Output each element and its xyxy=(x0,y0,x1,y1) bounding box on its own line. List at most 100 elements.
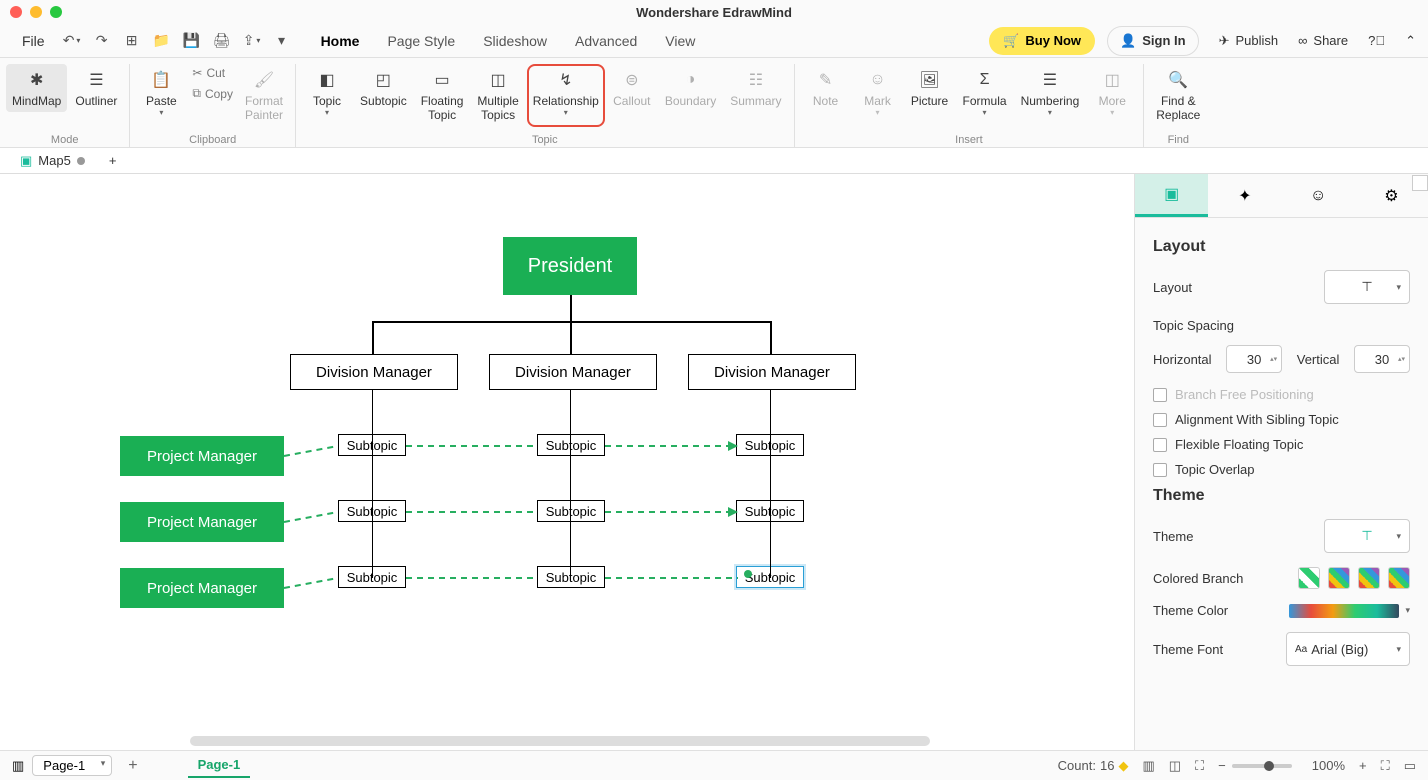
buy-now-label: Buy Now xyxy=(1025,33,1081,48)
cut-button[interactable]: ✂Cut xyxy=(188,64,237,82)
canvas[interactable]: President Division Manager Division Mana… xyxy=(0,174,1134,750)
summary-button[interactable]: ☷Summary xyxy=(724,64,787,127)
tab-advanced[interactable]: Advanced xyxy=(573,29,639,53)
close-window-icon[interactable] xyxy=(10,6,22,18)
tab-slideshow[interactable]: Slideshow xyxy=(481,29,549,53)
node-subtopic[interactable]: Subtopic xyxy=(537,434,605,456)
flexible-checkbox[interactable]: Flexible Floating Topic xyxy=(1153,437,1410,452)
minimize-window-icon[interactable] xyxy=(30,6,42,18)
new-button[interactable]: ⊞ xyxy=(119,28,145,54)
print-button[interactable]: 🖨 xyxy=(209,28,235,54)
outliner-mode-button[interactable]: ☰Outliner xyxy=(69,64,123,112)
help-button[interactable]: ?⃝ xyxy=(1368,33,1385,48)
page-select[interactable]: Page-1 xyxy=(32,755,112,776)
theme-color-bar[interactable] xyxy=(1289,604,1399,618)
alignment-checkbox[interactable]: Alignment With Sibling Topic xyxy=(1153,412,1410,427)
view-mode-2[interactable]: ◫ xyxy=(1169,758,1181,774)
share-button[interactable]: ∞Share xyxy=(1298,33,1348,48)
more-button[interactable]: ◫More xyxy=(1087,64,1137,121)
formula-icon: Σ xyxy=(973,68,997,92)
theme-font-select[interactable]: AaArial (Big) xyxy=(1286,632,1410,666)
callout-button[interactable]: ⊜Callout xyxy=(607,64,657,127)
picture-button[interactable]: 🖼Picture xyxy=(905,64,955,121)
page-tab-active[interactable]: Page-1 xyxy=(188,753,251,778)
node-subtopic[interactable]: Subtopic xyxy=(537,500,605,522)
horizontal-scrollbar[interactable] xyxy=(190,736,930,746)
qat-customize[interactable]: ▾ xyxy=(269,28,295,54)
tab-view[interactable]: View xyxy=(663,29,697,53)
format-painter-button[interactable]: 🖌Format Painter xyxy=(239,64,289,127)
node-subtopic[interactable]: Subtopic xyxy=(537,566,605,588)
mark-label: Mark xyxy=(864,94,891,108)
page-list-icon[interactable]: ▥ xyxy=(12,758,24,774)
panel-toggle[interactable] xyxy=(1412,175,1428,191)
branch-swatch-3[interactable] xyxy=(1358,567,1380,589)
node-div-mgr-2[interactable]: Division Manager xyxy=(489,354,657,390)
relationship-button[interactable]: ↯Relationship xyxy=(527,64,605,127)
boundary-button[interactable]: ◑ Boundary xyxy=(659,64,722,127)
topic-button[interactable]: ◧Topic xyxy=(302,64,352,127)
node-div-mgr-1[interactable]: Division Manager xyxy=(290,354,458,390)
buy-now-button[interactable]: 🛒Buy Now xyxy=(989,27,1095,55)
theme-select[interactable]: ⊤ xyxy=(1324,519,1410,553)
minimize-panel-button[interactable]: ▭ xyxy=(1404,758,1416,774)
sign-in-button[interactable]: 👤Sign In xyxy=(1107,26,1199,56)
subtopic-button[interactable]: ◰Subtopic xyxy=(354,64,413,127)
theme-font-label: Theme Font xyxy=(1153,642,1223,657)
boundary-label: Boundary xyxy=(665,94,716,108)
node-pm-1[interactable]: Project Manager xyxy=(120,436,284,476)
zoom-out-button[interactable]: − xyxy=(1218,758,1226,773)
tab-page-style[interactable]: Page Style xyxy=(385,29,457,53)
node-pm-2[interactable]: Project Manager xyxy=(120,502,284,542)
fit-button[interactable]: ⛶ xyxy=(1195,758,1204,774)
vertical-input[interactable]: 30 xyxy=(1354,345,1410,373)
fullscreen-button[interactable]: ⛶ xyxy=(1381,758,1390,774)
zoom-slider[interactable] xyxy=(1232,764,1292,768)
note-button[interactable]: ✎Note xyxy=(801,64,851,121)
node-pm-3[interactable]: Project Manager xyxy=(120,568,284,608)
sidebar-tab-style[interactable]: ✦ xyxy=(1208,174,1281,217)
sidebar-tab-emoji[interactable]: ☺ xyxy=(1282,174,1355,217)
flexible-label: Flexible Floating Topic xyxy=(1175,437,1303,452)
theme-label: Theme xyxy=(1153,529,1193,544)
find-replace-button[interactable]: 🔍Find & Replace xyxy=(1150,64,1206,127)
theme-font-value: Arial (Big) xyxy=(1311,642,1368,657)
branch-swatch-1[interactable] xyxy=(1298,567,1320,589)
tree-icon: ⊤ xyxy=(1361,279,1372,295)
boundary-icon: ◑ xyxy=(679,68,703,92)
branch-swatch-2[interactable] xyxy=(1328,567,1350,589)
mindmap-mode-button[interactable]: ✱MindMap xyxy=(6,64,67,112)
redo-button[interactable]: ↷ xyxy=(89,28,115,54)
relationship-icon: ↯ xyxy=(554,68,578,92)
undo-button[interactable]: ↶ xyxy=(59,28,85,54)
zoom-in-button[interactable]: + xyxy=(1359,758,1367,773)
publish-button[interactable]: ✈Publish xyxy=(1219,33,1279,49)
outliner-label: Outliner xyxy=(75,94,117,108)
node-div-mgr-3[interactable]: Division Manager xyxy=(688,354,856,390)
node-president[interactable]: President xyxy=(503,237,637,295)
doc-tab-map5[interactable]: ▣ Map5 xyxy=(8,149,97,173)
layout-label: Layout xyxy=(1153,280,1192,295)
mark-button[interactable]: ☺Mark xyxy=(853,64,903,121)
multiple-topics-button[interactable]: ◫Multiple Topics xyxy=(471,64,524,127)
paste-button[interactable]: 📋Paste xyxy=(136,64,186,127)
horizontal-input[interactable]: 30 xyxy=(1226,345,1282,373)
file-menu[interactable]: File xyxy=(12,29,55,53)
maximize-window-icon[interactable] xyxy=(50,6,62,18)
overlap-checkbox[interactable]: Topic Overlap xyxy=(1153,462,1410,477)
add-page-button[interactable]: + xyxy=(128,757,137,775)
branch-swatch-4[interactable] xyxy=(1388,567,1410,589)
floating-topic-button[interactable]: ▭Floating Topic xyxy=(415,64,470,127)
add-tab-button[interactable]: + xyxy=(97,149,129,172)
copy-button[interactable]: ⧉Copy xyxy=(188,84,237,103)
collapse-ribbon-button[interactable]: ⌃ xyxy=(1405,33,1416,49)
numbering-button[interactable]: ☰Numbering xyxy=(1015,64,1086,121)
layout-select[interactable]: ⊤ xyxy=(1324,270,1410,304)
export-button[interactable]: ⇪ xyxy=(239,28,265,54)
view-mode-1[interactable]: ▥ xyxy=(1142,758,1154,774)
formula-button[interactable]: ΣFormula xyxy=(957,64,1013,121)
save-button[interactable]: 💾 xyxy=(179,28,205,54)
open-button[interactable]: 📁 xyxy=(149,28,175,54)
sidebar-tab-layout[interactable]: ▣ xyxy=(1135,174,1208,217)
tab-home[interactable]: Home xyxy=(319,29,362,53)
